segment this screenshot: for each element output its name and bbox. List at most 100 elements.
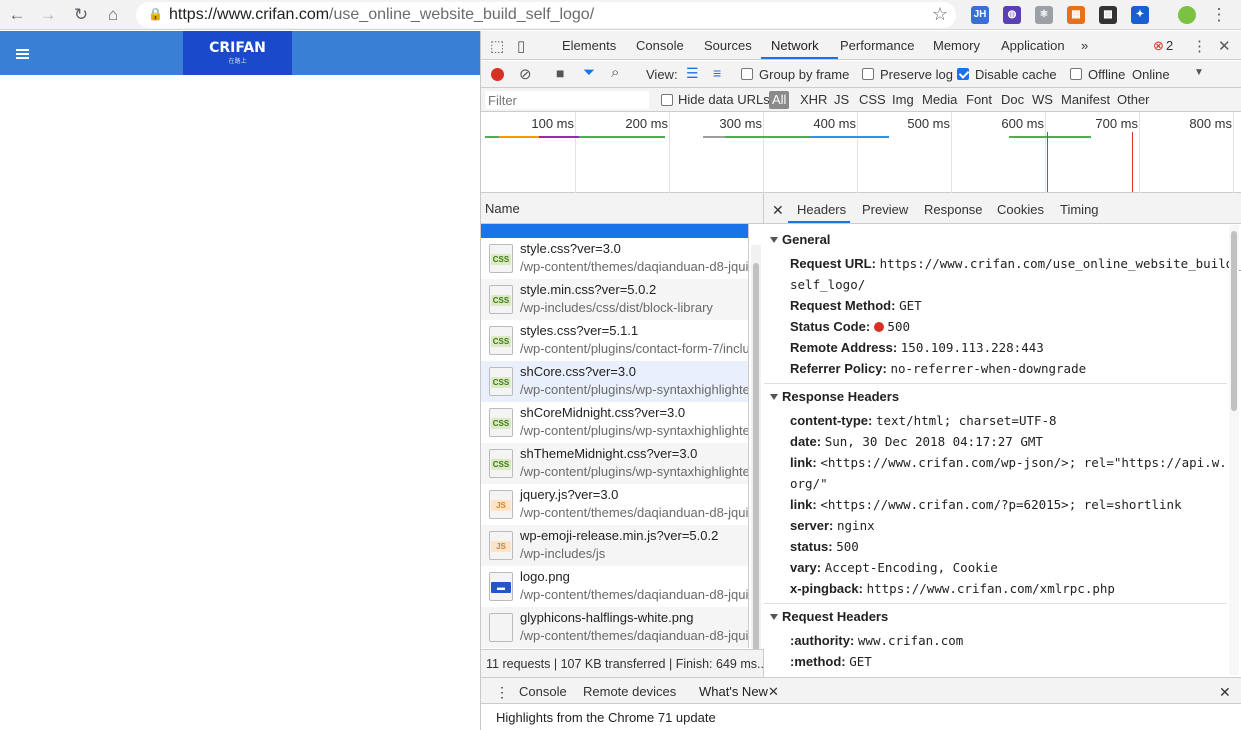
close-drawer-icon[interactable]: ✕ <box>1219 684 1231 701</box>
filter-type-js[interactable]: JS <box>834 92 849 107</box>
throttling-dropdown-icon[interactable]: ▼ <box>1194 67 1204 78</box>
large-rows-icon[interactable]: ☰ <box>686 65 699 82</box>
request-row[interactable]: CSS shThemeMidnight.css?ver=3.0/wp-conten… <box>481 443 748 484</box>
name-column-header[interactable]: Name <box>481 193 764 224</box>
record-icon[interactable] <box>491 68 504 81</box>
drawer-menu-icon[interactable]: ⋮ <box>495 684 509 701</box>
remote-address-row: Remote Address: 150.109.113.228:443 <box>790 340 1044 355</box>
timeline-bar <box>811 136 889 138</box>
search-icon[interactable]: ⌕ <box>611 64 619 81</box>
profile-avatar[interactable] <box>1178 6 1196 24</box>
close-devtools-icon[interactable]: ✕ <box>1218 37 1231 55</box>
network-overview-timeline[interactable]: 100 ms 200 ms 300 ms 400 ms 500 ms 600 m… <box>481 112 1241 193</box>
qr-extension-icon[interactable]: ▩ <box>1099 6 1117 24</box>
react-extension-icon[interactable]: ⚛ <box>1035 6 1053 24</box>
request-row[interactable]: CSS style.min.css?ver=5.0.2/wp-includes/c… <box>481 279 748 320</box>
header-value: 500 <box>836 539 859 554</box>
tab-network[interactable]: Network <box>771 38 819 53</box>
tab-headers[interactable]: Headers <box>797 202 846 217</box>
group-by-frame-label[interactable]: Group by frame <box>759 67 849 82</box>
tab-cookies[interactable]: Cookies <box>997 202 1044 217</box>
filter-type-css[interactable]: CSS <box>859 92 886 107</box>
bookmark-star-icon[interactable]: ☆ <box>932 4 948 25</box>
purple-extension-icon[interactable]: ◍ <box>1003 6 1021 24</box>
detail-scrollbar[interactable] <box>1229 225 1239 675</box>
disable-cache-label[interactable]: Disable cache <box>975 67 1057 82</box>
home-icon[interactable]: ⌂ <box>102 4 124 26</box>
preserve-log-checkbox[interactable] <box>862 68 874 80</box>
tab-memory[interactable]: Memory <box>933 38 980 53</box>
hide-data-urls-label[interactable]: Hide data URLs <box>678 92 770 107</box>
tab-elements[interactable]: Elements <box>562 38 616 53</box>
blank-file-icon <box>489 613 513 642</box>
filter-type-all[interactable]: All <box>769 91 790 109</box>
request-row[interactable]: CSS styles.css?ver=5.1.1/wp-content/plugi… <box>481 320 748 361</box>
clear-icon[interactable]: ⊘ <box>519 65 532 83</box>
filter-input[interactable] <box>485 91 649 109</box>
request-row[interactable]: ▬ logo.png/wp-content/themes/daqianduan-d… <box>481 566 748 607</box>
reload-icon[interactable]: ↻ <box>70 4 92 26</box>
throttling-select[interactable]: Online <box>1132 67 1170 82</box>
disable-cache-checkbox[interactable] <box>957 68 969 80</box>
preserve-log-label[interactable]: Preserve log <box>880 67 953 82</box>
browser-menu-icon[interactable]: ⋮ <box>1208 4 1230 26</box>
device-toolbar-icon[interactable]: ▯ <box>517 37 525 55</box>
filter-type-img[interactable]: Img <box>892 92 914 107</box>
filter-type-other[interactable]: Other <box>1117 92 1150 107</box>
response-headers-section-header[interactable]: Response Headers <box>770 389 899 404</box>
inspect-element-icon[interactable]: ⬚ <box>490 37 504 55</box>
tab-timing[interactable]: Timing <box>1060 202 1099 217</box>
forward-arrow-icon[interactable]: → <box>37 4 59 26</box>
close-detail-icon[interactable]: ✕ <box>772 202 784 219</box>
orange-extension-icon[interactable]: ▦ <box>1067 6 1085 24</box>
screenshot-camera-icon[interactable]: ■ <box>556 65 564 81</box>
filter-funnel-icon[interactable]: ⏷ <box>583 64 595 81</box>
general-section-header[interactable]: General <box>770 232 830 247</box>
filter-type-xhr[interactable]: XHR <box>800 92 827 107</box>
request-headers-section-header[interactable]: Request Headers <box>770 609 888 624</box>
back-arrow-icon[interactable]: ← <box>6 4 28 26</box>
timeline-tick-label: 600 ms <box>1001 116 1044 131</box>
filter-type-media[interactable]: Media <box>922 92 957 107</box>
timeline-tick-label: 300 ms <box>719 116 762 131</box>
request-name: styles.css?ver=5.1.1 <box>520 323 639 338</box>
drawer-tab-remote-devices[interactable]: Remote devices <box>583 684 676 699</box>
request-row[interactable]: CSS shCore.css?ver=3.0/wp-content/plugins… <box>481 361 748 402</box>
address-bar[interactable]: 🔒 https://www.crifan.com/use_online_webs… <box>136 2 956 28</box>
request-row[interactable]: JS jquery.js?ver=3.0/wp-content/themes/da… <box>481 484 748 525</box>
drawer-tab-console[interactable]: Console <box>519 684 567 699</box>
tab-preview[interactable]: Preview <box>862 202 908 217</box>
request-row[interactable]: CSS style.css?ver=3.0/wp-content/themes/d… <box>481 238 748 279</box>
request-row[interactable]: JS wp-emoji-release.min.js?ver=5.0.2/wp-i… <box>481 525 748 566</box>
hide-data-urls-checkbox[interactable] <box>661 94 673 106</box>
request-row[interactable]: glyphicons-halflings-white.png/wp-conten… <box>481 607 748 648</box>
filter-type-doc[interactable]: Doc <box>1001 92 1024 107</box>
referrer-policy-row: Referrer Policy: no-referrer-when-downgr… <box>790 361 1086 376</box>
offline-checkbox[interactable] <box>1070 68 1082 80</box>
error-count[interactable]: 2 <box>1166 38 1173 53</box>
error-icon[interactable]: ⊗ <box>1153 38 1164 54</box>
jh-extension-icon[interactable]: JH <box>971 6 989 24</box>
more-tabs-icon[interactable]: » <box>1081 38 1088 53</box>
filter-type-font[interactable]: Font <box>966 92 992 107</box>
tab-application[interactable]: Application <box>1001 38 1065 53</box>
blue-extension-icon[interactable]: ✦ <box>1131 6 1149 24</box>
waterfall-icon[interactable]: ≡ <box>713 65 721 81</box>
drawer-tab-whats-new[interactable]: What's New <box>699 684 768 699</box>
devtools-menu-icon[interactable]: ⋮ <box>1192 37 1207 55</box>
css-file-icon: CSS <box>489 449 513 478</box>
filter-type-manifest[interactable]: Manifest <box>1061 92 1110 107</box>
close-whats-new-icon[interactable]: ✕ <box>768 684 779 700</box>
request-row[interactable]: CSS shCoreMidnight.css?ver=3.0/wp-content… <box>481 402 748 443</box>
offline-label[interactable]: Offline <box>1088 67 1125 82</box>
tab-console[interactable]: Console <box>636 38 684 53</box>
filter-type-ws[interactable]: WS <box>1032 92 1053 107</box>
hamburger-menu-icon[interactable] <box>16 49 29 59</box>
site-logo[interactable]: CRIFAN 在路上 <box>183 31 292 75</box>
group-by-frame-checkbox[interactable] <box>741 68 753 80</box>
address-url[interactable]: https://www.crifan.com/use_online_websit… <box>169 6 594 24</box>
tab-performance[interactable]: Performance <box>840 38 914 53</box>
tab-sources[interactable]: Sources <box>704 38 752 53</box>
request-list-scrollbar[interactable] <box>751 245 761 661</box>
tab-response[interactable]: Response <box>924 202 983 217</box>
